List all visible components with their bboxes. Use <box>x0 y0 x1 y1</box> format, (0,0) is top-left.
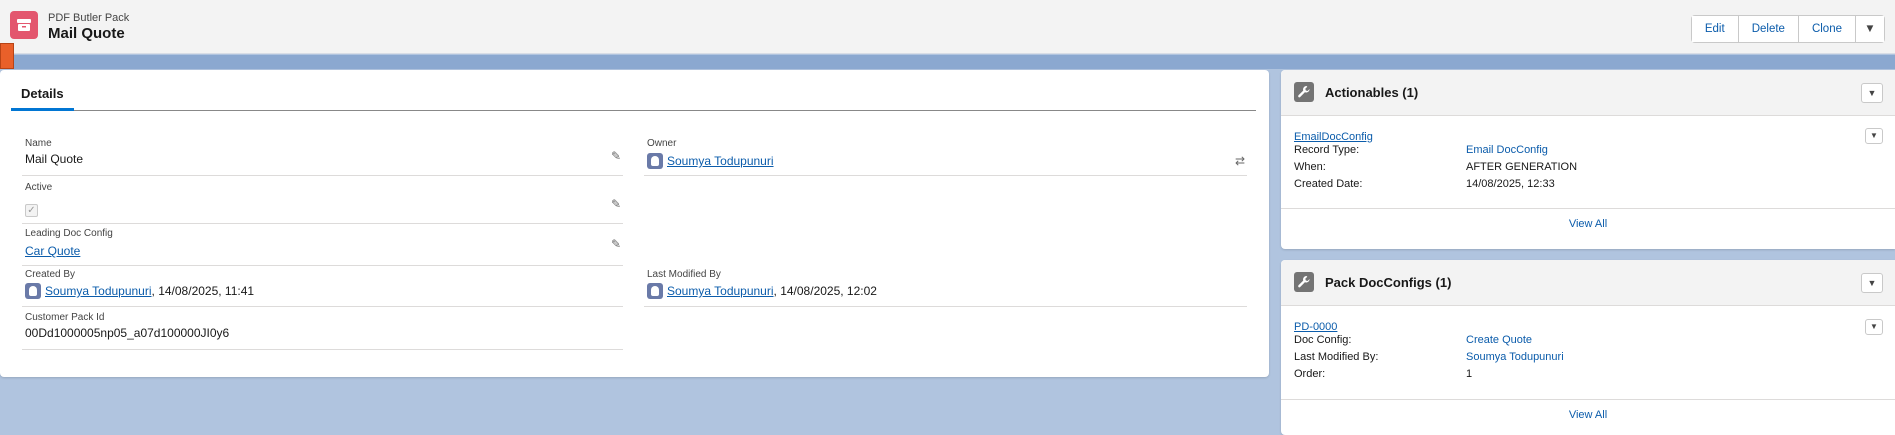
field-created-by: Created By Soumya Todupunuri, 14/08/2025… <box>22 267 623 307</box>
field-value: 00Dd1000005np05_a07d100000JI0y6 <box>25 326 230 340</box>
panel-menu-button[interactable]: ▼ <box>1861 273 1883 293</box>
field-label: Name <box>25 138 52 149</box>
created-by-user-link[interactable]: Soumya Todupunuri <box>45 284 152 298</box>
field-label: Last Modified By <box>647 269 721 280</box>
field-customer-pack-id: Customer Pack Id 00Dd1000005np05_a07d100… <box>22 310 623 350</box>
field-active: Active ✓ ✎ <box>22 180 623 224</box>
pencil-icon[interactable]: ✎ <box>611 197 621 211</box>
leading-doc-config-link[interactable]: Car Quote <box>25 244 80 258</box>
chevron-down-icon: ▼ <box>1867 88 1877 98</box>
edit-button[interactable]: Edit <box>1691 16 1739 42</box>
created-date: , 14/08/2025, 11:41 <box>151 284 255 299</box>
field-label: Leading Doc Config <box>25 228 113 239</box>
actionables-panel: Actionables (1) ▼ EmailDocConfig ▼ Recor… <box>1281 70 1895 249</box>
doc-config-link[interactable]: Create Quote <box>1466 334 1532 346</box>
last-modified-user-link[interactable]: Soumya Todupunuri <box>667 284 774 298</box>
more-actions-button[interactable]: ▼ <box>1856 16 1884 42</box>
owner-link[interactable]: Soumya Todupunuri <box>667 154 774 168</box>
wrench-icon <box>1294 82 1314 102</box>
wrench-icon <box>1294 272 1314 292</box>
user-avatar-icon <box>647 153 663 169</box>
last-modified-date: , 14/08/2025, 12:02 <box>773 284 877 299</box>
field-label: Owner <box>647 138 677 149</box>
page-title: Mail Quote <box>48 25 125 42</box>
delete-button[interactable]: Delete <box>1738 16 1799 42</box>
tab-bar: Details <box>11 80 1256 111</box>
row-menu-button[interactable]: ▼ <box>1865 128 1883 144</box>
panel-menu-button[interactable]: ▼ <box>1861 83 1883 103</box>
record-actions: Edit Delete Clone ▼ <box>1690 15 1885 43</box>
field-last-modified-by: Last Modified By Soumya Todupunuri, 14/0… <box>644 267 1247 307</box>
view-all-link[interactable]: View All <box>1281 399 1895 429</box>
panel-title: Actionables (1) <box>1325 85 1419 100</box>
details-card: Details Name Mail Quote ✎ Owner Soumya T… <box>0 70 1269 377</box>
tab-details[interactable]: Details <box>11 80 74 111</box>
field-value: Mail Quote <box>25 152 84 166</box>
chevron-down-icon: ▼ <box>1870 131 1878 140</box>
change-owner-icon[interactable]: ⇄ <box>1235 154 1245 168</box>
user-avatar-icon <box>647 283 663 299</box>
chevron-down-icon: ▼ <box>1864 23 1876 35</box>
field-label: Active <box>25 182 53 193</box>
row-menu-button[interactable]: ▼ <box>1865 319 1883 335</box>
field-name: Name Mail Quote ✎ <box>22 136 623 176</box>
field-label: Customer Pack Id <box>25 312 105 323</box>
pencil-icon[interactable]: ✎ <box>611 149 621 163</box>
record-header: PDF Butler Pack Mail Quote Edit Delete C… <box>0 0 1895 54</box>
record-link[interactable]: PD-0000 <box>1294 321 1337 333</box>
panel-title: Pack DocConfigs (1) <box>1325 275 1452 290</box>
active-checkbox: ✓ <box>25 204 38 217</box>
clone-button[interactable]: Clone <box>1798 16 1856 42</box>
field-leading-doc-config: Leading Doc Config Car Quote ✎ <box>22 226 623 266</box>
pencil-icon[interactable]: ✎ <box>611 237 621 251</box>
record-link[interactable]: EmailDocConfig <box>1294 131 1373 143</box>
chevron-down-icon: ▼ <box>1870 322 1878 331</box>
object-type-label: PDF Butler Pack <box>48 12 130 24</box>
view-all-link[interactable]: View All <box>1281 208 1895 238</box>
last-modified-user-link[interactable]: Soumya Todupunuri <box>1466 351 1564 363</box>
decorative-banner <box>0 55 1895 69</box>
pack-docconfigs-panel: Pack DocConfigs (1) ▼ PD-0000 ▼ Doc Conf… <box>1281 260 1895 435</box>
chevron-down-icon: ▼ <box>1867 278 1877 288</box>
user-avatar-icon <box>25 283 41 299</box>
record-type-link[interactable]: Email DocConfig <box>1466 144 1548 156</box>
field-owner: Owner Soumya Todupunuri ⇄ <box>644 136 1247 176</box>
archive-icon <box>10 11 38 39</box>
side-utility-tab[interactable] <box>0 43 14 69</box>
field-label: Created By <box>25 269 76 280</box>
